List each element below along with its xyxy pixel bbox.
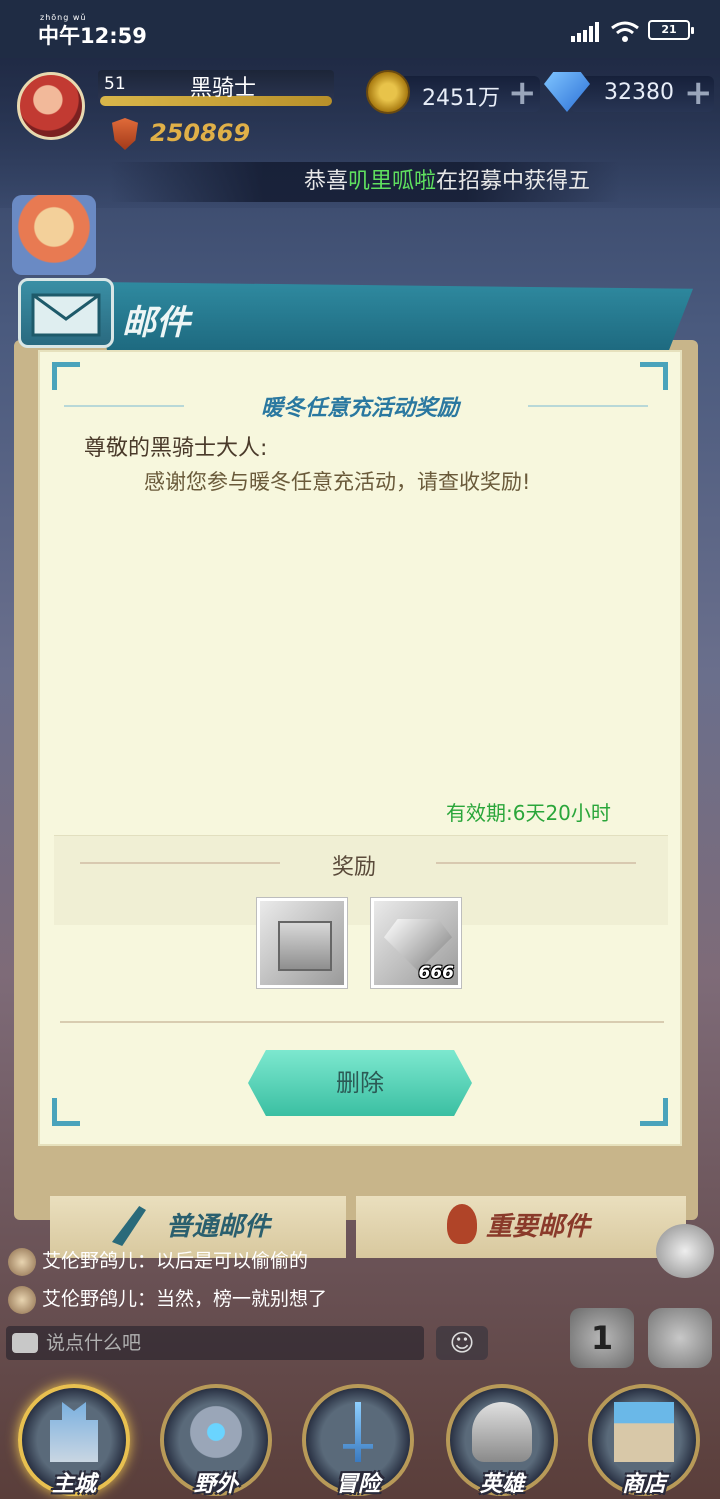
mail-validity: 有效期:6天20小时 (446, 801, 611, 825)
wild-gate-icon (186, 1402, 246, 1462)
chat-message-text: 艾伦野鸽儿：当然，榜一就别想了 (42, 1288, 328, 1310)
nav-label: 冒险 (335, 1472, 380, 1497)
notice-player-name: 叽里呱啦 (347, 169, 436, 194)
chat-input[interactable]: 说点什么吧 (6, 1326, 424, 1360)
mail-subject: 暖冬任意充活动奖励 (260, 396, 459, 421)
nav-heroes[interactable]: 英雄 (446, 1384, 558, 1497)
mail-envelope-icon (18, 278, 114, 348)
nav-label: 商店 (621, 1472, 666, 1497)
reward-title: 奖励 (332, 855, 377, 880)
nav-label: 野外 (193, 1472, 238, 1497)
player-name: 黑骑士 (190, 76, 257, 101)
mail-panel-title: 邮件 (122, 303, 190, 343)
broadcast-notice: 恭喜叽里呱啦在招募中获得五 (110, 162, 620, 202)
gold-amount: 2451万 (422, 86, 500, 111)
gem-amount: 32380 (604, 80, 674, 105)
section-divider (60, 1021, 664, 1023)
wifi-icon (611, 21, 639, 42)
sword-icon (343, 1402, 373, 1462)
combat-power: 250869 (150, 119, 251, 147)
add-gem-button[interactable]: + (684, 76, 713, 110)
nav-label: 英雄 (479, 1472, 524, 1497)
battery-icon: 21 (648, 20, 694, 40)
helmet-icon (472, 1402, 532, 1462)
nav-wild[interactable]: 野外 (160, 1384, 272, 1497)
nav-label: 主城 (51, 1472, 96, 1497)
nav-shop[interactable]: 商店 (588, 1384, 700, 1497)
shop-icon (614, 1402, 674, 1462)
chat-avatar (8, 1285, 36, 1314)
tab-important-mail[interactable]: 重要邮件 (356, 1196, 686, 1258)
chat-message-text: 艾伦野鸽儿：以后是可以偷偷的 (42, 1250, 309, 1272)
delete-button[interactable]: 删除 (248, 1050, 472, 1116)
silver-gift-box-icon (278, 921, 332, 971)
player-avatar[interactable] (17, 72, 85, 140)
chat-message: 艾伦野鸽儿：以后是可以偷偷的 (8, 1246, 308, 1276)
ranking-button[interactable]: 1 (570, 1308, 634, 1368)
corner-ornament (52, 362, 80, 390)
reward-item-diamond[interactable]: 666 (371, 898, 461, 988)
corner-ornament (640, 362, 668, 390)
mail-greeting: 尊敬的黑骑士大人: (84, 436, 268, 461)
gold-coin-icon (366, 70, 410, 114)
add-gold-button[interactable]: + (508, 76, 537, 110)
mail-body: 感谢您参与暖冬任意充活动，请查收奖励! (144, 470, 531, 494)
reward-quantity: 666 (418, 963, 455, 983)
castle-icon (50, 1402, 98, 1462)
status-time: 中午12:59 (38, 24, 147, 48)
balloon-icon (447, 1204, 477, 1244)
notice-suffix: 在招募中获得五 (435, 169, 590, 194)
nav-adventure[interactable]: 冒险 (302, 1384, 414, 1497)
hero-helmet-icon[interactable] (656, 1224, 714, 1278)
reward-divider-left (80, 862, 280, 864)
player-level: 51 (104, 74, 126, 94)
emoji-button[interactable]: ☺ (436, 1326, 488, 1360)
notice-prefix: 恭喜 (303, 169, 348, 194)
chat-avatar (8, 1247, 36, 1276)
nav-main-city[interactable]: 主城 (18, 1384, 130, 1497)
hero-portrait[interactable] (12, 195, 96, 275)
reward-item-gift[interactable] (257, 898, 347, 988)
signal-icon (571, 22, 601, 42)
reward-divider-right (436, 862, 636, 864)
backpack-button[interactable] (648, 1308, 712, 1368)
chat-message: 艾伦野鸽儿：当然，榜一就别想了 (8, 1284, 327, 1314)
chat-bubble-icon (12, 1333, 38, 1353)
corner-ornament (640, 1098, 668, 1126)
corner-ornament (52, 1098, 80, 1126)
